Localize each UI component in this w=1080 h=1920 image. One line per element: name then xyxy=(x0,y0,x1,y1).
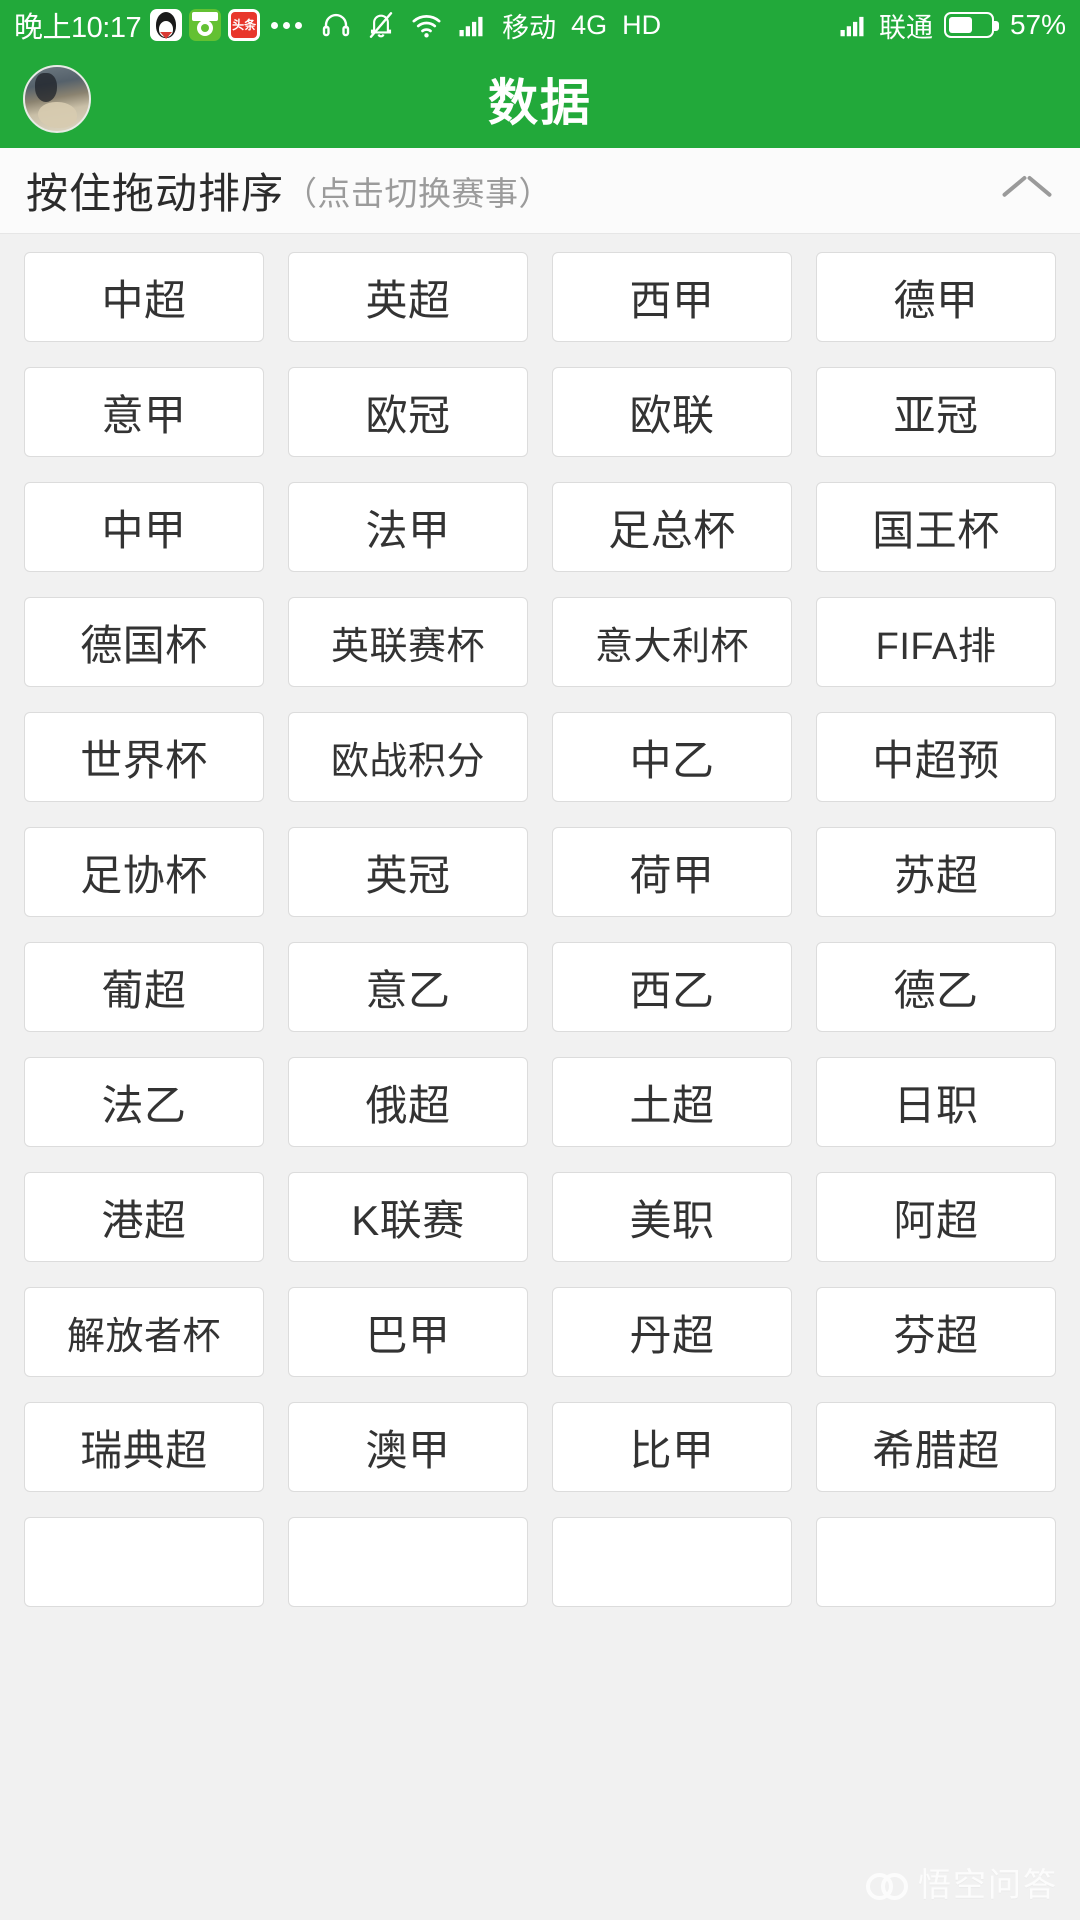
league-tile[interactable]: 德国杯 xyxy=(24,597,264,687)
qq-icon xyxy=(150,9,183,41)
league-tile[interactable]: K联赛 xyxy=(288,1172,528,1262)
section-header-sub-label: （点击切换赛事） xyxy=(284,174,553,212)
status-bar: 晚上10:17 头条 移动 4G HD 联通 57% xyxy=(0,0,1080,50)
league-tile[interactable]: 葡超 xyxy=(24,942,264,1032)
league-tile[interactable]: 芬超 xyxy=(816,1287,1056,1377)
league-tile[interactable]: 欧冠 xyxy=(288,367,528,457)
league-tile[interactable]: 西甲 xyxy=(552,252,792,342)
league-tile[interactable]: 英超 xyxy=(288,252,528,342)
league-tile[interactable]: 欧战积分 xyxy=(288,712,528,802)
toutiao-icon-label: 头条 xyxy=(231,12,258,38)
section-header[interactable]: 按住拖动排序 （点击切换赛事） xyxy=(0,148,1080,234)
league-tile[interactable] xyxy=(288,1517,528,1607)
app-header: 数据 xyxy=(0,50,1080,148)
league-tile[interactable]: 亚冠 xyxy=(816,367,1056,457)
league-tile[interactable]: 美职 xyxy=(552,1172,792,1262)
league-tile[interactable]: 中乙 xyxy=(552,712,792,802)
league-tile[interactable]: 足总杯 xyxy=(552,482,792,572)
league-tile[interactable] xyxy=(552,1517,792,1607)
league-tile[interactable] xyxy=(24,1517,264,1607)
signal-bars-icon xyxy=(840,16,864,37)
league-tile[interactable]: 澳甲 xyxy=(288,1402,528,1492)
watermark: 悟空问答 xyxy=(866,1858,1058,1906)
league-tile[interactable]: 足协杯 xyxy=(24,827,264,917)
league-tile[interactable]: 希腊超 xyxy=(816,1402,1056,1492)
league-tile[interactable]: 意甲 xyxy=(24,367,264,457)
league-tile[interactable]: 土超 xyxy=(552,1057,792,1147)
league-tile[interactable]: 俄超 xyxy=(288,1057,528,1147)
league-tile[interactable]: 中超预 xyxy=(816,712,1056,802)
league-tile[interactable]: 中超 xyxy=(24,252,264,342)
hd-label: HD xyxy=(622,9,662,40)
league-tile[interactable]: 法甲 xyxy=(288,482,528,572)
league-tile[interactable] xyxy=(816,1517,1056,1607)
league-tile[interactable]: 瑞典超 xyxy=(24,1402,264,1492)
status-bar-time: 晚上10:17 xyxy=(14,12,142,44)
league-tile[interactable]: 国王杯 xyxy=(816,482,1056,572)
league-tile[interactable]: 德乙 xyxy=(816,942,1056,1032)
league-tile[interactable]: 荷甲 xyxy=(552,827,792,917)
league-tile[interactable]: 巴甲 xyxy=(288,1287,528,1377)
status-bar-app-icons: 头条 xyxy=(150,9,261,41)
league-tile[interactable]: 德甲 xyxy=(816,252,1056,342)
status-bar-indicators: 移动 4G HD xyxy=(321,6,661,45)
carrier-label-mobile: 移动 xyxy=(502,12,557,43)
league-tile[interactable]: 日职 xyxy=(816,1057,1056,1147)
network-type-label: 4G xyxy=(571,9,608,40)
avatar[interactable] xyxy=(23,65,91,133)
league-tile[interactable]: 中甲 xyxy=(24,482,264,572)
league-tile[interactable]: 欧联 xyxy=(552,367,792,457)
watermark-label: 悟空问答 xyxy=(918,1866,1058,1903)
league-tile[interactable]: 意乙 xyxy=(288,942,528,1032)
green-ball-app-icon xyxy=(189,9,222,41)
wifi-icon xyxy=(412,14,441,38)
league-tile[interactable]: 英冠 xyxy=(288,827,528,917)
league-tile[interactable]: 比甲 xyxy=(552,1402,792,1492)
league-grid-container: 中超 英超 西甲 德甲意甲 欧冠 欧联 亚冠中甲 法甲 足总杯 国王杯德国杯 英联赛杯 意大利杯 FIF… xyxy=(0,234,1080,1920)
status-bar-right-group: 联通 57% xyxy=(838,6,1066,45)
league-tile[interactable]: 法乙 xyxy=(24,1057,264,1147)
section-header-main-label: 按住拖动排序 xyxy=(26,170,285,217)
chevron-up-icon[interactable] xyxy=(1004,168,1050,214)
carrier-label-unicom: 联通 xyxy=(878,12,933,43)
wukong-wenda-logo-icon xyxy=(866,1867,908,1900)
league-tile[interactable]: 解放者杯 xyxy=(24,1287,264,1377)
signal-bars-icon xyxy=(459,16,483,37)
league-tile[interactable]: 苏超 xyxy=(816,827,1056,917)
league-tile[interactable]: 英联赛杯 xyxy=(288,597,528,687)
status-bar-overflow-dots-icon xyxy=(271,21,303,29)
toutiao-icon: 头条 xyxy=(228,9,261,41)
league-tile[interactable]: 丹超 xyxy=(552,1287,792,1377)
league-tile[interactable]: 港超 xyxy=(24,1172,264,1262)
page-title: 数据 xyxy=(488,75,592,131)
league-grid: 中超 英超 西甲 德甲意甲 欧冠 欧联 亚冠中甲 法甲 足总杯 国王杯德国杯 英联赛杯 意大利杯 FIF… xyxy=(24,252,1056,1607)
battery-percent-label: 57% xyxy=(1009,9,1066,40)
league-tile[interactable]: 西乙 xyxy=(552,942,792,1032)
league-tile[interactable]: 世界杯 xyxy=(24,712,264,802)
league-tile[interactable]: 意大利杯 xyxy=(552,597,792,687)
league-tile[interactable]: 阿超 xyxy=(816,1172,1056,1262)
bell-muted-icon xyxy=(369,12,393,38)
league-tile[interactable]: FIFA排 xyxy=(816,597,1056,687)
battery-icon xyxy=(943,12,999,38)
headset-icon xyxy=(322,13,350,37)
